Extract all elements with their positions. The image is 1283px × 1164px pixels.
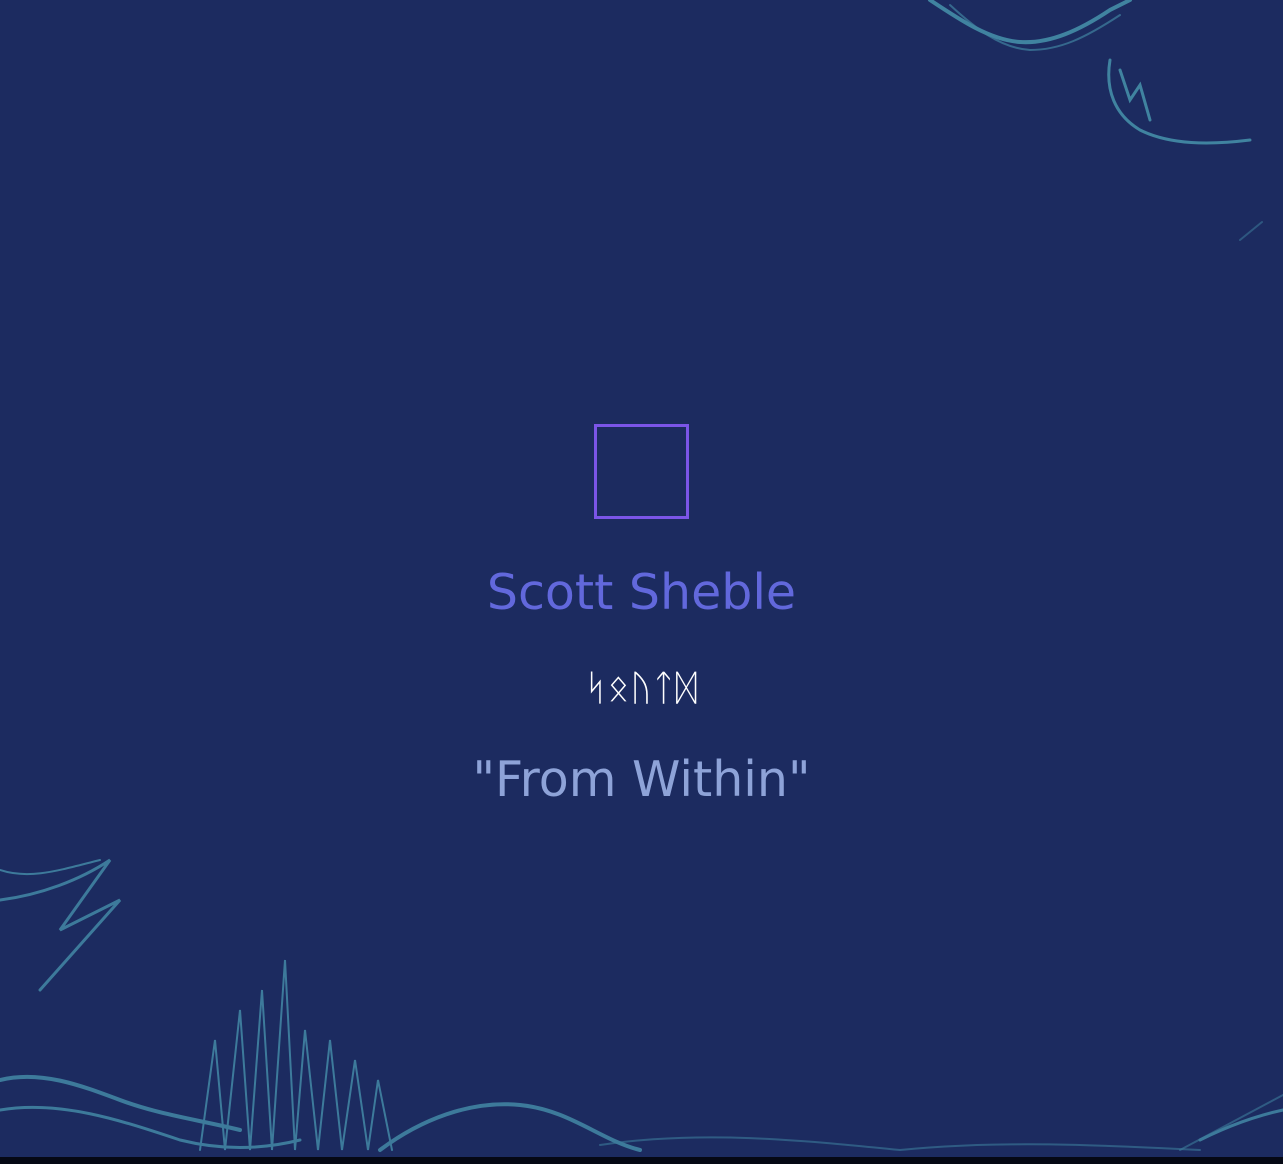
artist-name: Scott Sheble (486, 564, 797, 621)
runic-text: ᛋᛟᚢᛏᛞ (584, 668, 698, 709)
cover-art: Scott Sheble ᛋᛟᚢᛏᛞ "From Within" (0, 0, 1283, 1164)
track-title: "From Within" (472, 751, 811, 808)
square-outline-icon (594, 424, 689, 519)
bottom-edge-bar (0, 1157, 1283, 1164)
